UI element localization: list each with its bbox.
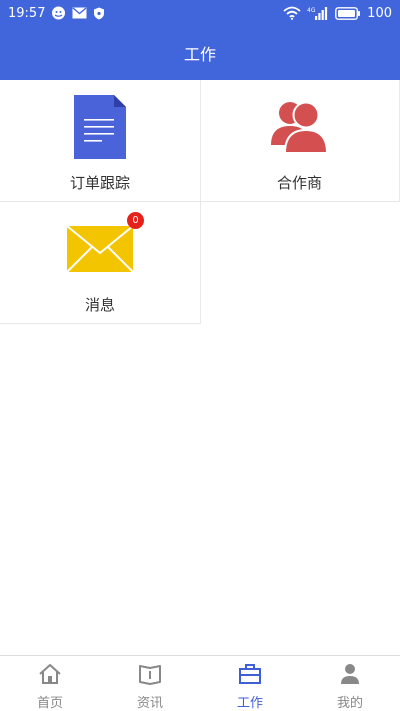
battery-icon [335, 6, 361, 20]
network-label: 4G [307, 7, 316, 14]
tab-work[interactable]: 工作 [200, 656, 300, 711]
document-icon [72, 90, 128, 164]
book-icon [138, 663, 162, 689]
user-icon [338, 663, 362, 689]
wifi-icon [283, 6, 301, 20]
page-title: 工作 [183, 45, 216, 64]
briefcase-icon [238, 663, 262, 689]
tab-label: 首页 [36, 696, 63, 711]
message-count-badge: 0 [127, 212, 144, 229]
grid-item-partners[interactable]: 合作商 [200, 80, 400, 202]
people-icon [270, 90, 330, 164]
tab-label: 资讯 [136, 696, 163, 711]
signal-icon: 4G [307, 6, 329, 20]
mail-icon [72, 7, 87, 19]
shield-icon [93, 7, 105, 20]
status-bar-left: 19:57 [8, 6, 105, 21]
bottom-tab-bar: 首页 资讯 工作 我的 [0, 655, 400, 711]
page-header: 工作 [0, 26, 400, 80]
status-bar: 19:57 4G 100 [0, 0, 400, 26]
tab-profile[interactable]: 我的 [300, 656, 400, 711]
grid-item-label: 订单跟踪 [69, 174, 130, 192]
wechat-icon [51, 6, 66, 20]
tab-home[interactable]: 首页 [0, 656, 100, 711]
grid-item-messages[interactable]: 0 消息 [0, 202, 201, 324]
envelope-icon: 0 [66, 212, 144, 286]
tab-label: 我的 [336, 696, 363, 711]
battery-level: 100 [367, 5, 392, 21]
grid-item-label: 消息 [84, 296, 115, 314]
grid-item-order-tracking[interactable]: 订单跟踪 [0, 80, 201, 202]
status-time: 19:57 [8, 5, 46, 21]
tab-news[interactable]: 资讯 [100, 656, 200, 711]
tab-label: 工作 [236, 696, 263, 711]
home-icon [38, 663, 62, 689]
grid-item-label: 合作商 [276, 174, 322, 192]
status-bar-right: 4G 100 [283, 6, 392, 21]
